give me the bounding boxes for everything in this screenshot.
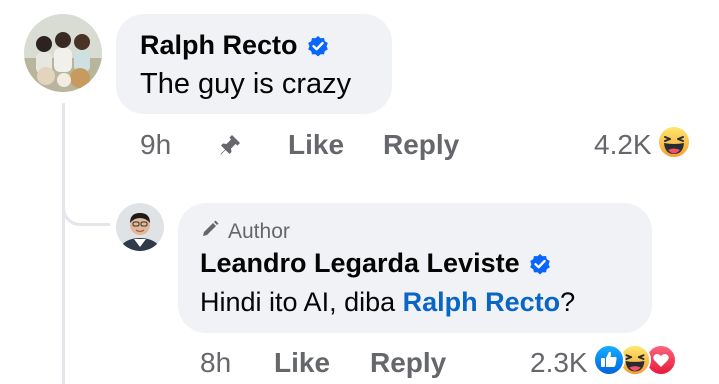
pencil-icon bbox=[200, 219, 220, 245]
reply-text-end: ? bbox=[560, 287, 576, 317]
comment-actions: 9h Like Reply bbox=[140, 128, 459, 162]
pin-icon[interactable] bbox=[218, 133, 288, 157]
comment-timestamp[interactable]: 9h bbox=[140, 129, 218, 161]
like-icon bbox=[592, 343, 626, 384]
comment-bubble: Ralph Recto The guy is crazy bbox=[116, 14, 392, 114]
replier-avatar[interactable] bbox=[116, 203, 164, 251]
reply-actions: 8h Like Reply bbox=[200, 346, 446, 380]
reply-like-button[interactable]: Like bbox=[274, 347, 370, 379]
haha-icon bbox=[656, 124, 692, 167]
reply-text: Hindi ito AI, diba Ralph Recto? bbox=[200, 287, 575, 318]
reply-author-row: Leandro Legarda Leviste bbox=[200, 248, 552, 279]
reply-reply-button[interactable]: Reply bbox=[370, 347, 446, 379]
thread-connector bbox=[62, 180, 110, 226]
comment-reactions[interactable]: 4.2K bbox=[594, 124, 692, 167]
author-badge-label: Author bbox=[228, 220, 290, 243]
comment-like-button[interactable]: Like bbox=[288, 129, 383, 161]
reply-reaction-count: 2.3K bbox=[530, 347, 588, 378]
verified-badge-icon bbox=[306, 34, 330, 58]
reply-timestamp[interactable]: 8h bbox=[200, 347, 274, 379]
comment-reaction-count: 4.2K bbox=[594, 129, 652, 160]
reply-reactions[interactable]: 2.3K bbox=[530, 343, 678, 384]
comment-author-row: Ralph Recto bbox=[140, 30, 330, 61]
commenter-avatar[interactable] bbox=[24, 14, 102, 92]
verified-badge-icon bbox=[528, 252, 552, 276]
reply-bubble: Author Leandro Legarda Leviste Hindi ito… bbox=[178, 203, 652, 333]
thread-line bbox=[62, 103, 65, 384]
mention-link[interactable]: Ralph Recto bbox=[403, 287, 561, 317]
comment-author-name[interactable]: Ralph Recto bbox=[140, 30, 298, 61]
reply-text-start: Hindi ito AI, diba bbox=[200, 287, 403, 317]
comment-text: The guy is crazy bbox=[140, 68, 352, 100]
reply-author-name[interactable]: Leandro Legarda Leviste bbox=[200, 248, 520, 279]
comment-reply-button[interactable]: Reply bbox=[383, 129, 459, 161]
author-badge: Author bbox=[200, 219, 290, 245]
